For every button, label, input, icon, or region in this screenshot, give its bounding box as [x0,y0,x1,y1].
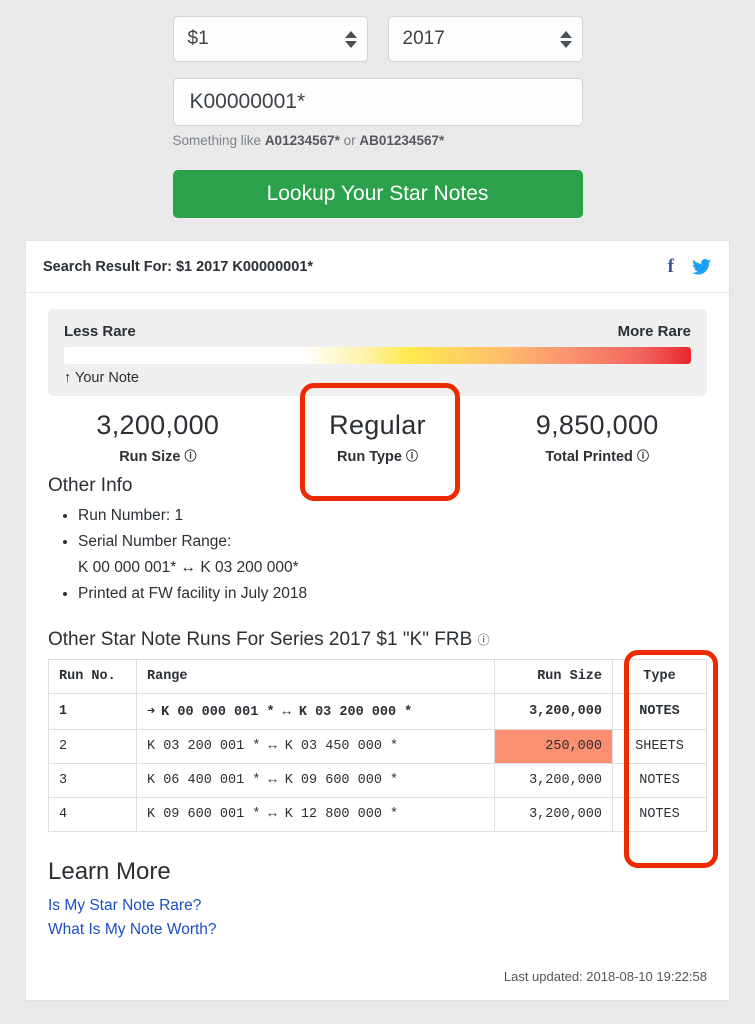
other-info-list: Run Number: 1 Serial Number Range: K 00 … [78,503,707,607]
help-icon[interactable]: ⓘ [184,447,196,464]
rarity-gradient-bar [64,347,691,364]
serial-range-value: K 00 000 001* ↔ K 03 200 000* [78,558,299,576]
run-size-label: Run Size ⓘ [48,447,268,465]
star-note-runs-table: Run No. Range Run Size Type 1 ➜ K 00 000 … [48,658,707,832]
stat-run-size: 3,200,000 Run Size ⓘ [48,410,268,465]
less-rare-label: Less Rare [64,323,136,340]
your-note-marker: ↑ Your Note [64,370,139,386]
column-header-range: Range [136,658,495,694]
search-form: $1 2017 Something like A01234567* or AB0… [0,0,755,218]
series-value: 2017 [402,28,445,49]
cell-run-no: 4 [48,796,137,832]
serial-input-row [0,78,755,126]
cell-run-size: 250,000 [494,728,613,764]
denomination-value: $1 [187,28,209,49]
stats-row: 3,200,000 Run Size ⓘ Regular Run Type ⓘ … [48,410,707,465]
table-row: 4 K 09 600 001 * ↔ K 12 800 000 * 3,200,… [48,796,707,832]
other-info-title: Other Info [48,475,133,496]
stat-run-type: Regular Run Type ⓘ [268,410,488,465]
rarity-meter: Less Rare More Rare ↑ Your Note [48,309,707,396]
stepper-icon[interactable] [344,30,357,48]
total-printed-label-text: Total Printed [545,449,633,465]
learn-more-title: Learn More [48,857,171,885]
table-row: 1 ➜ K 00 000 001 * ↔ K 03 200 000 * 3,200… [48,692,707,730]
cell-range: K 09 600 001 * ↔ K 12 800 000 * [136,796,495,832]
lookup-button[interactable]: Lookup Your Star Notes [172,170,583,218]
table-row: 3 K 06 400 001 * ↔ K 09 600 000 * 3,200,… [48,762,707,798]
column-header-run-size: Run Size [494,658,613,694]
cell-run-size: 3,200,000 [494,762,613,798]
list-item: Printed at FW facility in July 2018 [78,581,707,607]
run-type-value: Regular [329,410,426,440]
cell-run-no: 1 [48,692,137,730]
select-row: $1 2017 [0,16,755,62]
chevron-up-icon [559,30,572,38]
last-updated-text: Last updated: 2018-08-10 19:22:58 [503,969,707,985]
serial-hint: Something like A01234567* or AB01234567* [173,133,583,148]
result-card-header: Search Result For: $1 2017 K00000001* f [26,241,729,293]
search-result-title: Search Result For: $1 2017 K00000001* [43,258,314,275]
learn-more-link-rare[interactable]: Is My Star Note Rare? [48,894,707,919]
facebook-icon[interactable]: f [668,256,674,278]
result-card: Search Result For: $1 2017 K00000001* f … [25,240,730,1002]
cell-run-size: 3,200,000 [494,692,613,730]
help-icon[interactable]: ⓘ [478,631,490,648]
chevron-up-icon [344,30,357,38]
social-share-group: f [668,256,711,278]
cell-type: NOTES [612,692,707,730]
total-printed-value: 9,850,000 [535,410,659,440]
cell-range: K 06 400 001 * ↔ K 09 600 000 * [136,762,495,798]
rarity-meter-labels: Less Rare More Rare [64,323,691,340]
lookup-button-row: Lookup Your Star Notes [0,170,755,218]
cell-range: ➜ K 00 000 001 * ↔ K 03 200 000 * [136,692,495,730]
result-card-body: Less Rare More Rare ↑ Your Note 3,200,00… [26,293,729,1000]
cell-range-text: K 00 000 001 * ↔ K 03 200 000 * [161,704,413,720]
run-type-label: Run Type ⓘ [268,447,488,465]
total-printed-label: Total Printed ⓘ [487,447,707,465]
help-icon[interactable]: ⓘ [637,447,649,464]
twitter-icon[interactable] [692,258,711,275]
current-run-arrow-icon: ➜ [147,704,156,720]
column-header-type: Type [612,658,707,694]
hint-example-2: AB01234567* [359,133,445,148]
list-item: Run Number: 1 [78,503,707,529]
run-type-label-text: Run Type [336,449,402,465]
more-rare-label: More Rare [617,323,691,340]
hint-middle: or [339,133,360,148]
cell-run-no: 2 [48,728,137,764]
table-header-row: Run No. Range Run Size Type [48,658,707,694]
cell-type: NOTES [612,762,707,798]
list-item: Serial Number Range: K 00 000 001* ↔ K 0… [78,529,707,581]
column-header-run-no: Run No. [48,658,137,694]
cell-type: SHEETS [612,728,707,764]
cell-run-size: 3,200,000 [494,796,613,832]
runs-table-title: Other Star Note Runs For Series 2017 $1 … [48,629,707,651]
run-size-label-text: Run Size [119,449,181,465]
cell-type: NOTES [612,796,707,832]
stepper-icon[interactable] [559,30,572,48]
cell-range: K 03 200 001 * ↔ K 03 450 000 * [136,728,495,764]
series-select[interactable]: 2017 [387,16,583,62]
runs-table-title-text: Other Star Note Runs For Series 2017 $1 … [48,628,473,650]
chevron-down-icon [559,40,572,48]
serial-number-input[interactable] [172,78,583,126]
cell-run-no: 3 [48,762,137,798]
learn-more-link-worth[interactable]: What Is My Note Worth? [48,918,707,943]
help-icon[interactable]: ⓘ [406,447,418,464]
chevron-down-icon [344,40,357,48]
hint-prefix: Something like [172,133,265,148]
hint-example-1: A01234567* [264,133,340,148]
serial-range-label: Serial Number Range: [78,532,232,550]
run-size-value: 3,200,000 [96,410,220,440]
stat-total-printed: 9,850,000 Total Printed ⓘ [487,410,707,465]
denomination-select[interactable]: $1 [172,16,368,62]
table-row: 2 K 03 200 001 * ↔ K 03 450 000 * 250,00… [48,728,707,764]
